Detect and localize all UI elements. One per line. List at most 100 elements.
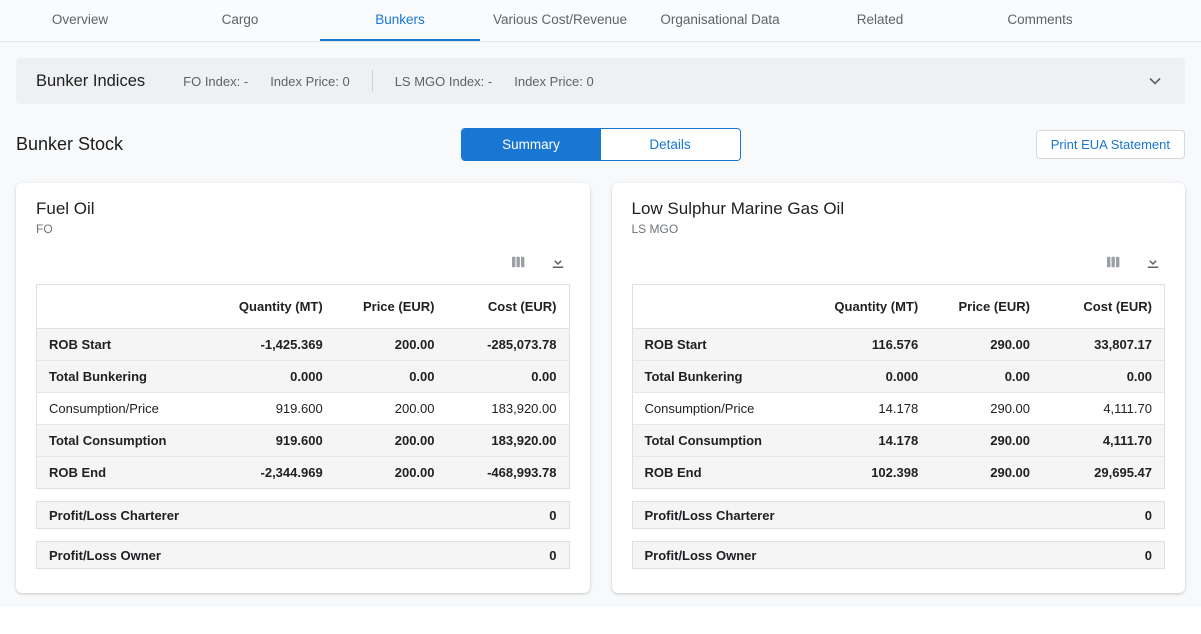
cost-cell: 0.00	[1042, 361, 1165, 393]
fuel-oil-card: Fuel Oil FO Quantity (MT) Price (EUR)	[16, 183, 590, 593]
ls-mgo-card: Low Sulphur Marine Gas Oil LS MGO Quanti…	[612, 183, 1186, 593]
profit-loss-label: Profit/Loss Owner	[645, 548, 757, 563]
row-label: ROB Start	[37, 329, 197, 361]
columns-icon[interactable]	[1103, 252, 1123, 272]
profit-loss-value: 0	[1145, 508, 1152, 523]
row-label: Total Bunkering	[37, 361, 197, 393]
table-row-rob-start: ROB Start -1,425.369 200.00 -285,073.78	[37, 329, 570, 361]
cost-cell: 4,111.70	[1042, 425, 1165, 457]
header-empty	[632, 285, 792, 329]
profit-loss-label: Profit/Loss Owner	[49, 548, 161, 563]
page-title: Bunker Stock	[16, 134, 123, 155]
cost-cell: -285,073.78	[447, 329, 570, 361]
profit-loss-owner-row: Profit/Loss Owner 0	[632, 541, 1166, 569]
ls-mgo-index-value: LS MGO Index: -	[395, 74, 493, 89]
price-cell: 0.00	[335, 361, 447, 393]
price-cell: 290.00	[930, 457, 1042, 489]
view-toggle: Summary Details	[461, 128, 741, 161]
bunker-cards: Fuel Oil FO Quantity (MT) Price (EUR)	[16, 183, 1185, 593]
tab-bunkers[interactable]: Bunkers	[320, 0, 480, 41]
price-cell: 290.00	[930, 393, 1042, 425]
price-cell: 290.00	[930, 425, 1042, 457]
main-content: Bunker Indices FO Index: - Index Price: …	[0, 42, 1201, 607]
table-row-total-bunkering: Total Bunkering 0.000 0.00 0.00	[37, 361, 570, 393]
profit-loss-label: Profit/Loss Charterer	[49, 508, 179, 523]
chevron-down-icon[interactable]	[1145, 71, 1165, 91]
ls-mgo-table: Quantity (MT) Price (EUR) Cost (EUR) ROB…	[632, 284, 1166, 489]
profit-loss-value: 0	[549, 508, 556, 523]
price-cell: 200.00	[335, 329, 447, 361]
profit-loss-charterer-row: Profit/Loss Charterer 0	[36, 501, 570, 529]
table-row-consumption-price: Consumption/Price 919.600 200.00 183,920…	[37, 393, 570, 425]
table-row-consumption-price: Consumption/Price 14.178 290.00 4,111.70	[632, 393, 1165, 425]
cost-cell: 29,695.47	[1042, 457, 1165, 489]
profit-loss-charterer-row: Profit/Loss Charterer 0	[632, 501, 1166, 529]
quantity-cell: -2,344.969	[196, 457, 334, 489]
row-label: Consumption/Price	[37, 393, 197, 425]
row-label: Consumption/Price	[632, 393, 792, 425]
header-price: Price (EUR)	[335, 285, 447, 329]
tab-related[interactable]: Related	[800, 0, 960, 41]
quantity-cell: 14.178	[792, 425, 930, 457]
quantity-cell: -1,425.369	[196, 329, 334, 361]
row-label: ROB Start	[632, 329, 792, 361]
quantity-cell: 919.600	[196, 425, 334, 457]
quantity-cell: 102.398	[792, 457, 930, 489]
fo-index-value: FO Index: -	[183, 74, 248, 89]
quantity-cell: 0.000	[196, 361, 334, 393]
print-eua-statement-button[interactable]: Print EUA Statement	[1036, 130, 1185, 159]
profit-loss-owner-row: Profit/Loss Owner 0	[36, 541, 570, 569]
cost-cell: 4,111.70	[1042, 393, 1165, 425]
row-label: Total Consumption	[632, 425, 792, 457]
card-title: Low Sulphur Marine Gas Oil	[632, 199, 1166, 219]
cost-cell: 0.00	[447, 361, 570, 393]
table-row-total-consumption: Total Consumption 919.600 200.00 183,920…	[37, 425, 570, 457]
quantity-cell: 919.600	[196, 393, 334, 425]
tab-various-cost-revenue[interactable]: Various Cost/Revenue	[480, 0, 640, 41]
header-price: Price (EUR)	[930, 285, 1042, 329]
profit-loss-value: 0	[549, 548, 556, 563]
fuel-oil-table: Quantity (MT) Price (EUR) Cost (EUR) ROB…	[36, 284, 570, 489]
row-label: ROB End	[37, 457, 197, 489]
card-title: Fuel Oil	[36, 199, 570, 219]
tab-overview[interactable]: Overview	[0, 0, 160, 41]
cost-cell: 183,920.00	[447, 393, 570, 425]
profit-loss-value: 0	[1145, 548, 1152, 563]
profit-loss-label: Profit/Loss Charterer	[645, 508, 775, 523]
quantity-cell: 14.178	[792, 393, 930, 425]
ls-mgo-index-price: Index Price: 0	[514, 74, 594, 89]
tab-comments[interactable]: Comments	[960, 0, 1120, 41]
header-cost: Cost (EUR)	[1042, 285, 1165, 329]
tab-organisational-data[interactable]: Organisational Data	[640, 0, 800, 41]
header-empty	[37, 285, 197, 329]
table-row-rob-end: ROB End 102.398 290.00 29,695.47	[632, 457, 1165, 489]
header-cost: Cost (EUR)	[447, 285, 570, 329]
columns-icon[interactable]	[508, 252, 528, 272]
indices-divider	[372, 70, 373, 92]
card-subtitle: FO	[36, 222, 570, 236]
price-cell: 290.00	[930, 329, 1042, 361]
cost-cell: 183,920.00	[447, 425, 570, 457]
header-quantity: Quantity (MT)	[792, 285, 930, 329]
summary-toggle-button[interactable]: Summary	[462, 129, 601, 160]
bunker-stock-toolbar: Bunker Stock Summary Details Print EUA S…	[16, 128, 1185, 161]
bunker-indices-bar[interactable]: Bunker Indices FO Index: - Index Price: …	[16, 58, 1185, 104]
table-row-rob-start: ROB Start 116.576 290.00 33,807.17	[632, 329, 1165, 361]
card-subtitle: LS MGO	[632, 222, 1166, 236]
details-toggle-button[interactable]: Details	[601, 129, 740, 160]
price-cell: 200.00	[335, 393, 447, 425]
row-label: ROB End	[632, 457, 792, 489]
quantity-cell: 116.576	[792, 329, 930, 361]
cost-cell: -468,993.78	[447, 457, 570, 489]
row-label: Total Consumption	[37, 425, 197, 457]
bunker-indices-title: Bunker Indices	[36, 72, 145, 91]
table-row-rob-end: ROB End -2,344.969 200.00 -468,993.78	[37, 457, 570, 489]
tab-bar: Overview Cargo Bunkers Various Cost/Reve…	[0, 0, 1201, 42]
tab-cargo[interactable]: Cargo	[160, 0, 320, 41]
header-quantity: Quantity (MT)	[196, 285, 334, 329]
table-row-total-consumption: Total Consumption 14.178 290.00 4,111.70	[632, 425, 1165, 457]
download-icon[interactable]	[1143, 252, 1163, 272]
download-icon[interactable]	[548, 252, 568, 272]
row-label: Total Bunkering	[632, 361, 792, 393]
quantity-cell: 0.000	[792, 361, 930, 393]
